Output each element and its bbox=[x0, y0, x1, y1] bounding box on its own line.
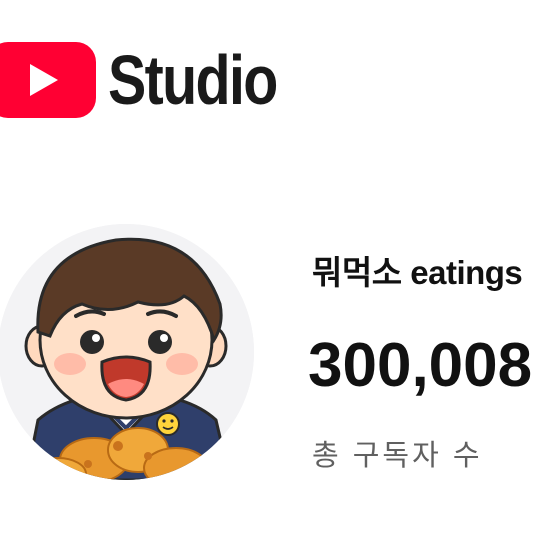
channel-avatar[interactable] bbox=[0, 224, 254, 480]
subscriber-label: 총 구독자 수 bbox=[312, 440, 483, 472]
youtube-play-icon bbox=[0, 42, 96, 118]
studio-page: Studio 뭐먹소 eatings 300,008 총 구독자 수 bbox=[0, 0, 560, 560]
youtube-studio-logo[interactable]: Studio bbox=[0, 40, 314, 120]
studio-wordmark: Studio bbox=[108, 41, 278, 119]
cartoon-boy-avatar-icon bbox=[0, 224, 254, 480]
subscriber-count: 300,008 bbox=[308, 331, 533, 400]
channel-name: 뭐먹소 eatings bbox=[312, 254, 523, 291]
